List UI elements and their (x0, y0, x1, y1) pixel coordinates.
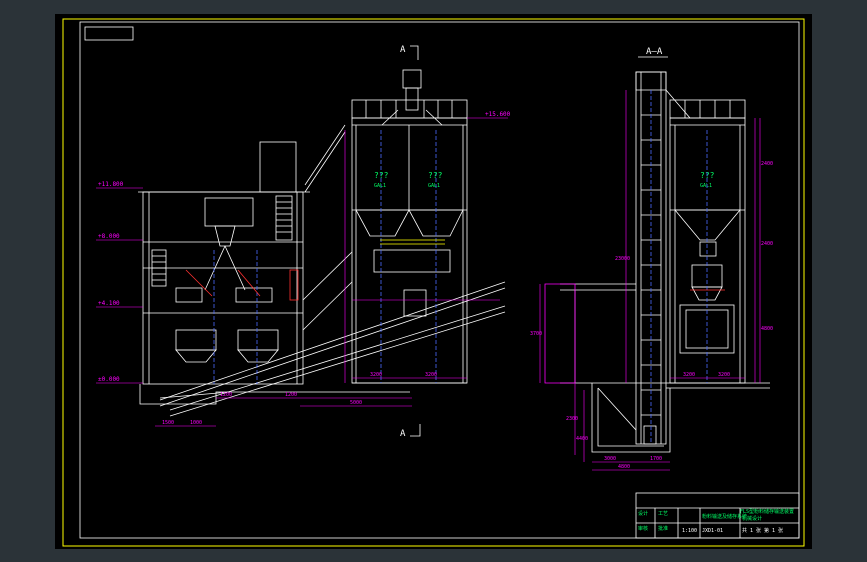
tb-scale: 1:100 (682, 528, 697, 534)
dim-bottom-2: 1200 (285, 392, 297, 398)
drawing-sheet (55, 14, 812, 549)
dim-pit-total: 4800 (618, 464, 630, 470)
section-title: A—A (646, 47, 663, 57)
dim-right-v1: 2400 (761, 161, 773, 167)
cad-drawing: A A +11.800 +8.000 +4.100 ±0.000 +15.600… (55, 14, 812, 549)
tb-r4: 批准 (658, 525, 668, 532)
elevation-2: +8.000 (98, 233, 120, 240)
dim-bottom-1: 1200 (220, 392, 232, 398)
tb-r3: 工艺 (658, 511, 668, 517)
dim-base-1: 1500 (162, 420, 174, 426)
dim-right-v2: 2400 (761, 241, 773, 247)
tb-sheet: 共 1 张 第 1 张 (742, 527, 783, 534)
dim-bottom-3: 5000 (350, 400, 362, 406)
elevation-5: +15.600 (485, 111, 511, 118)
bin-label-1: ??? (374, 171, 389, 180)
dim-silo-1: 3200 (370, 372, 382, 378)
bin-label-2: ??? (428, 171, 443, 180)
dim-base-2: 1000 (190, 420, 202, 426)
bin-sub-1: GAL1 (374, 183, 386, 189)
elevation-3: +4.100 (98, 300, 120, 307)
dim-pit-v: 2300 (566, 416, 578, 422)
elevation-1: +11.800 (98, 181, 124, 188)
dim-right-w1: 3200 (683, 372, 695, 378)
section-mark-top: A (400, 45, 406, 55)
bin-sub-3: GAL1 (700, 183, 712, 189)
tb-drawing-no: JXD1-01 (702, 528, 723, 534)
tb-r1: 设计 (638, 510, 648, 517)
elevation-4: ±0.000 (98, 376, 120, 383)
tb-school: 机械设计 (742, 515, 762, 522)
dim-right-w2: 3200 (718, 372, 730, 378)
bin-sub-2: GAL1 (428, 183, 440, 189)
dim-pit-1: 3000 (604, 456, 616, 462)
tb-r2: 审核 (638, 525, 648, 532)
dim-right-v3: 4800 (761, 326, 773, 332)
section-mark-bottom: A (400, 429, 406, 439)
dim-silo-2: 3200 (425, 372, 437, 378)
dim-pit-v2: 4400 (576, 436, 588, 442)
dim-left-v1: 3700 (530, 331, 542, 337)
tb-subtitle: 粉料输送及储存系统 (702, 513, 747, 520)
dim-pit-2: 1700 (650, 456, 662, 462)
dim-elevator: 23000 (615, 256, 630, 262)
tb-title: FLS型粉料储存输送装置 (740, 508, 794, 515)
